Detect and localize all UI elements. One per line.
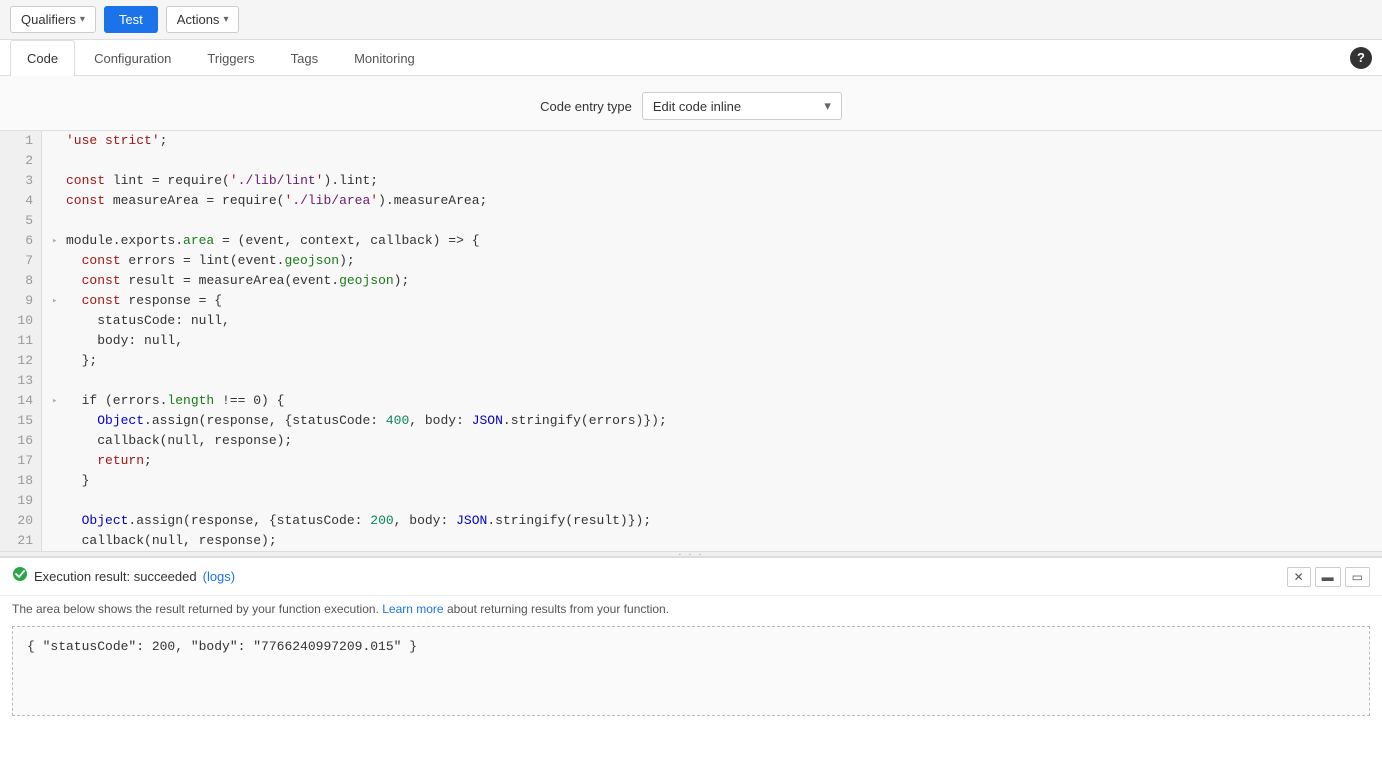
code-line-10: statusCode: null, [52,311,1382,331]
code-line-18: } [52,471,1382,491]
code-line-11: body: null, [52,331,1382,351]
result-description-post: about returning results from your functi… [447,602,669,616]
code-line-6: ▸ module.exports.area = (event, context,… [52,231,1382,251]
result-panel: Execution result: succeeded (logs) ✕ ▬ ▭… [0,557,1382,720]
code-entry-value: Edit code inline [653,99,741,114]
result-actions: ✕ ▬ ▭ [1287,567,1370,587]
help-icon[interactable]: ? [1350,47,1372,69]
tab-bar: Code Configuration Triggers Tags Monitor… [0,40,1382,76]
code-line-8: const result = measureArea(event.geojson… [52,271,1382,291]
result-title: Execution result: succeeded [34,569,197,584]
code-line-5 [52,211,1382,231]
actions-label: Actions [177,12,220,27]
tab-triggers[interactable]: Triggers [190,40,271,76]
code-line-12: }; [52,351,1382,371]
line-numbers: 1 2 3 4 5 6 7 8 9 10 11 12 13 14 15 16 1… [0,131,42,551]
close-result-button[interactable]: ✕ [1287,567,1311,587]
test-button[interactable]: Test [104,6,158,33]
tab-tags[interactable]: Tags [274,40,335,76]
code-line-14: ▸ if (errors.length !== 0) { [52,391,1382,411]
code-line-3: const lint = require('./lib/lint').lint; [52,171,1382,191]
full-panel-button[interactable]: ▭ [1345,567,1370,587]
tab-monitoring[interactable]: Monitoring [337,40,432,76]
qualifiers-label: Qualifiers [21,12,76,27]
code-line-4: const measureArea = require('./lib/area'… [52,191,1382,211]
code-line-1: 'use strict'; [52,131,1382,151]
code-entry-chevron-icon: ▾ [824,98,831,114]
actions-button[interactable]: Actions ▾ [166,6,240,33]
code-entry-label: Code entry type [540,99,632,114]
result-output: { "statusCode": 200, "body": "7766240997… [12,626,1370,716]
code-entry-row: Code entry type Edit code inline ▾ [0,76,1382,130]
result-description-pre: The area below shows the result returned… [12,602,379,616]
code-editor[interactable]: 1 2 3 4 5 6 7 8 9 10 11 12 13 14 15 16 1… [0,130,1382,551]
test-label: Test [119,12,143,27]
code-line-19 [52,491,1382,511]
learn-more-link[interactable]: Learn more [382,602,443,616]
code-line-21: callback(null, response); [52,531,1382,551]
qualifiers-button[interactable]: Qualifiers ▾ [10,6,96,33]
code-line-7: const errors = lint(event.geojson); [52,251,1382,271]
tab-configuration[interactable]: Configuration [77,40,188,76]
code-entry-select[interactable]: Edit code inline ▾ [642,92,842,120]
success-icon [12,566,28,587]
half-panel-button[interactable]: ▬ [1315,567,1341,587]
main-content: Code entry type Edit code inline ▾ 1 2 3… [0,76,1382,720]
code-line-15: Object.assign(response, {statusCode: 400… [52,411,1382,431]
code-line-13 [52,371,1382,391]
code-line-9: ▸ const response = { [52,291,1382,311]
code-content[interactable]: 'use strict'; const lint = require('./li… [42,131,1382,551]
result-description: The area below shows the result returned… [0,596,1382,622]
toolbar: Qualifiers ▾ Test Actions ▾ [0,0,1382,40]
code-line-16: callback(null, response); [52,431,1382,451]
code-line-17: return; [52,451,1382,471]
actions-chevron-icon: ▾ [223,14,228,25]
result-header: Execution result: succeeded (logs) ✕ ▬ ▭ [0,558,1382,596]
logs-link[interactable]: (logs) [203,569,236,584]
code-line-20: Object.assign(response, {statusCode: 200… [52,511,1382,531]
code-line-2 [52,151,1382,171]
qualifiers-chevron-icon: ▾ [80,14,85,25]
tab-code[interactable]: Code [10,40,75,76]
